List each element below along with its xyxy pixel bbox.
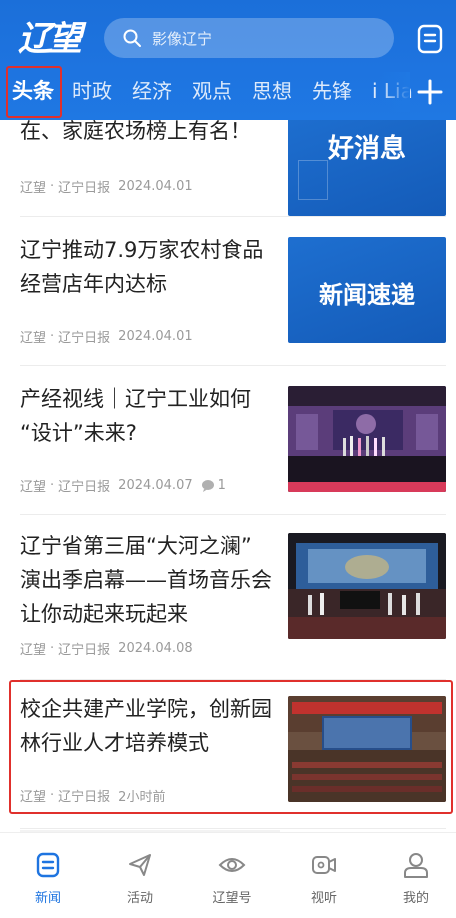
news-item[interactable]: 产经视线｜辽宁工业如何 “设计”未来? 辽望 · 辽宁日报 2024.04.07…: [0, 366, 456, 514]
news-source: 辽望: [20, 331, 47, 346]
nav-news[interactable]: 新闻: [8, 833, 88, 918]
tab-fade: [380, 72, 410, 112]
nav-activity[interactable]: 活动: [100, 833, 180, 918]
video-icon: [312, 856, 336, 874]
eye-icon: [218, 858, 246, 872]
news-meta: 辽望 · 辽宁日报 2024.04.07 1: [20, 478, 226, 495]
news-item[interactable]: 辽宁推动7.9万家农村食品 经营店年内达标 辽望 · 辽宁日报 2024.04.…: [0, 217, 456, 365]
news-thumbnail: [288, 533, 446, 639]
divider: [20, 828, 446, 829]
bottom-navigation: 新闻 活动 辽望号 视听 我的: [0, 832, 456, 918]
news-source: 辽望: [20, 181, 47, 196]
news-thumbnail: 好消息: [288, 120, 446, 216]
news-date: 2024.04.07: [118, 478, 193, 493]
concert-photo: [288, 533, 446, 639]
news-title: 产经视线｜辽宁工业如何 “设计”未来?: [20, 387, 251, 445]
news-thumbnail: 新闻速递: [288, 237, 446, 343]
search-bar[interactable]: 影像辽宁: [104, 18, 394, 58]
news-item[interactable]: 辽宁省第三届“大河之澜” 演出季启幕——首场音乐会 让你动起来玩起来 辽望 · …: [0, 515, 456, 679]
news-publisher: 辽宁日报: [58, 331, 111, 346]
news-date: 2024.04.08: [118, 641, 193, 656]
news-meta: 辽望 · 辽宁日报 2024.04.01: [20, 179, 193, 196]
news-date: 2024.04.01: [118, 329, 193, 344]
send-icon: [129, 854, 151, 876]
news-icon: [36, 852, 60, 878]
search-icon: [123, 29, 141, 47]
app-header: 辽望 影像辽宁 头条 时政 经济 观点 思想 先锋 i Lia: [0, 0, 456, 120]
user-icon: [404, 853, 428, 878]
add-channel-icon[interactable]: [416, 78, 444, 106]
tab-jingji[interactable]: 经济: [132, 72, 172, 110]
news-publisher: 辽宁日报: [58, 480, 111, 495]
news-meta: 辽望 · 辽宁日报 2024.04.01: [20, 329, 193, 346]
nav-liaowanghao[interactable]: 辽望号: [192, 833, 272, 918]
app-logo[interactable]: 辽望: [18, 14, 88, 64]
nav-video[interactable]: 视听: [284, 833, 364, 918]
search-placeholder: 影像辽宁: [152, 29, 213, 48]
event-photo: [288, 386, 446, 492]
tab-shizheng[interactable]: 时政: [72, 72, 112, 110]
comment-icon: [201, 479, 214, 492]
nav-profile[interactable]: 我的: [376, 833, 456, 918]
news-publisher: 辽宁日报: [58, 181, 111, 196]
news-title: 辽宁省第三届“大河之澜” 演出季启幕——首场音乐会 让你动起来玩起来: [20, 534, 272, 626]
document-icon[interactable]: [416, 24, 444, 54]
news-date: 2024.04.01: [118, 179, 193, 194]
news-title: 在、家庭农场榜上有名！: [20, 120, 251, 143]
news-thumbnail: [288, 386, 446, 492]
comment-count[interactable]: 1: [201, 478, 226, 493]
selected-item-highlight: [9, 680, 453, 814]
news-meta: 辽望 · 辽宁日报 2024.04.08: [20, 641, 193, 658]
news-item[interactable]: 在、家庭农场榜上有名！ 辽望 · 辽宁日报 2024.04.01 好消息: [0, 120, 456, 216]
news-source: 辽望: [20, 480, 47, 495]
news-source: 辽望: [20, 643, 47, 658]
tab-xianfeng[interactable]: 先锋: [312, 72, 352, 110]
active-tab-highlight: [6, 66, 62, 118]
news-publisher: 辽宁日报: [58, 643, 111, 658]
news-title: 辽宁推动7.9万家农村食品 经营店年内达标: [20, 238, 264, 296]
tab-guandian[interactable]: 观点: [192, 72, 232, 110]
tab-sixiang[interactable]: 思想: [252, 72, 292, 110]
